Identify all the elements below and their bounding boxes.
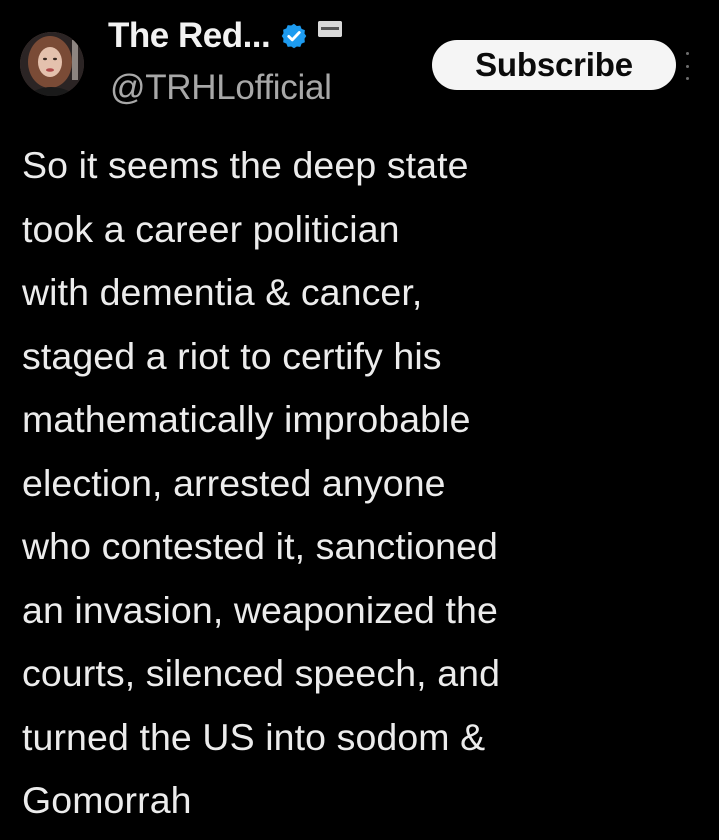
author-handle[interactable]: @TRHLofficial	[110, 68, 332, 108]
display-name-row: The Red...	[108, 14, 343, 58]
tweet-body-line: turned the US into sodom &	[22, 715, 486, 758]
tweet-body-line: staged a riot to certify his	[22, 334, 442, 377]
tweet-body-line: with dementia & cancer,	[22, 271, 423, 313]
subscribe-button[interactable]: Subscribe	[432, 40, 676, 90]
display-name[interactable]: The Red...	[108, 16, 271, 56]
tweet-body-line: who contested it, sanctioned	[22, 525, 499, 567]
more-options-icon[interactable]	[682, 52, 692, 80]
tweet-body-line: courts, silenced speech, and	[22, 652, 501, 694]
profile-photo-icon	[20, 32, 84, 96]
author-block: The Red... @TRHLofficial	[108, 12, 428, 112]
tweet-body: So it seems the deep state took a career…	[22, 134, 702, 833]
tweet-header: The Red... @TRHLofficial Subscribe	[20, 12, 700, 112]
tweet-body-line: took a career politician	[22, 207, 400, 250]
affiliate-badge-icon[interactable]	[318, 21, 343, 37]
tweet-body-line: So it seems the deep state	[22, 144, 469, 186]
tweet-body-line: election, arrested anyone	[22, 461, 446, 504]
avatar[interactable]	[20, 32, 84, 96]
tweet-body-line: an invasion, weaponized the	[22, 588, 498, 631]
verified-checkmark-icon	[282, 23, 307, 49]
tweet-card: The Red... @TRHLofficial Subscribe So it…	[0, 0, 719, 840]
tweet-body-line: Gomorrah	[22, 779, 192, 821]
tweet-body-line: mathematically improbable	[22, 398, 471, 440]
